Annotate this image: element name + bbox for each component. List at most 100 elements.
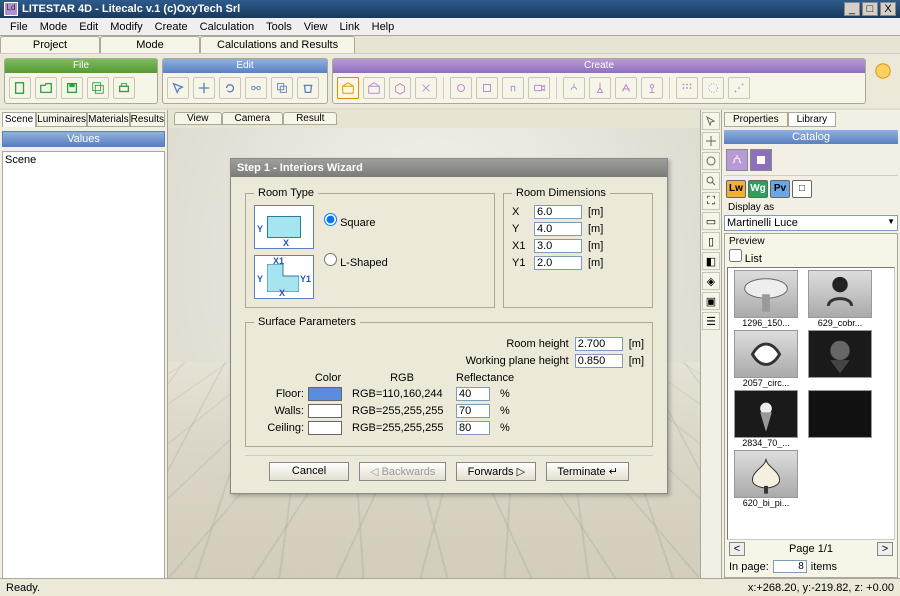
rtool-render[interactable]: ▣ xyxy=(702,292,720,310)
rtool-rotate[interactable] xyxy=(702,152,720,170)
close-button[interactable]: X xyxy=(880,2,896,16)
page-next-button[interactable]: > xyxy=(877,542,893,556)
thumb-item[interactable] xyxy=(804,390,876,448)
link-button[interactable] xyxy=(245,77,267,99)
radio-lshaped[interactable]: L-Shaped xyxy=(324,253,388,269)
menu-edit[interactable]: Edit xyxy=(73,21,104,33)
brand-btn-3[interactable]: □ xyxy=(792,180,812,198)
help-globe-icon[interactable] xyxy=(874,62,892,80)
obj1-button[interactable] xyxy=(450,77,472,99)
tab-scene[interactable]: Scene xyxy=(2,112,36,127)
tab-library[interactable]: Library xyxy=(788,112,837,127)
menu-create[interactable]: Create xyxy=(149,21,194,33)
obj2-button[interactable] xyxy=(476,77,498,99)
backwards-button[interactable]: ◁ Backwards xyxy=(359,462,446,481)
lum1-button[interactable] xyxy=(563,77,585,99)
3droom-button[interactable] xyxy=(389,77,411,99)
menu-view[interactable]: View xyxy=(298,21,334,33)
viewport-3d[interactable]: Step 1 - Interiors Wizard Room Type Y X xyxy=(168,128,700,582)
radio-square[interactable]: Square xyxy=(324,213,388,229)
menu-help[interactable]: Help xyxy=(366,21,401,33)
brand-btn-2[interactable]: Pv xyxy=(770,180,790,198)
menu-link[interactable]: Link xyxy=(333,21,365,33)
room-height-input[interactable] xyxy=(575,337,623,351)
lum4-button[interactable] xyxy=(641,77,663,99)
floor-refl-input[interactable] xyxy=(456,387,490,401)
rtool-front[interactable]: ▯ xyxy=(702,232,720,250)
catalog-other-icon[interactable] xyxy=(750,149,772,171)
menu-tools[interactable]: Tools xyxy=(260,21,298,33)
thumb-item[interactable]: 2834_70_... xyxy=(730,390,802,448)
thumb-item[interactable]: 620_bi_pi... xyxy=(730,450,802,508)
open-button[interactable] xyxy=(35,77,57,99)
menu-modify[interactable]: Modify xyxy=(104,21,148,33)
move-button[interactable] xyxy=(193,77,215,99)
select-button[interactable] xyxy=(167,77,189,99)
terminate-button[interactable]: Terminate ↵ xyxy=(546,462,629,481)
work-plane-input[interactable] xyxy=(575,354,623,368)
saveas-button[interactable] xyxy=(87,77,109,99)
sensor-button[interactable] xyxy=(502,77,524,99)
grid2-button[interactable] xyxy=(702,77,724,99)
catalog-luminaires-icon[interactable] xyxy=(726,149,748,171)
lum3-button[interactable] xyxy=(615,77,637,99)
rtool-side[interactable]: ◧ xyxy=(702,252,720,270)
thumb-item[interactable] xyxy=(804,330,876,388)
cut-button[interactable] xyxy=(415,77,437,99)
rtool-top[interactable]: ▭ xyxy=(702,212,720,230)
page-prev-button[interactable]: < xyxy=(729,542,745,556)
thumb-item[interactable]: 1296_150... xyxy=(730,270,802,328)
trash-button[interactable] xyxy=(297,77,319,99)
brand-btn-1[interactable]: Wg xyxy=(748,180,768,198)
viewtab-view[interactable]: View xyxy=(174,112,222,125)
new-button[interactable] xyxy=(9,77,31,99)
viewtab-result[interactable]: Result xyxy=(283,112,337,125)
grid1-button[interactable] xyxy=(676,77,698,99)
brand-combo[interactable]: Martinelli Luce▼ xyxy=(724,215,898,231)
thumb-item[interactable]: 629_cobr... xyxy=(804,270,876,328)
rtool-iso[interactable]: ◈ xyxy=(702,272,720,290)
floor-color[interactable] xyxy=(308,387,342,401)
minimize-button[interactable]: _ xyxy=(844,2,860,16)
cancel-button[interactable]: Cancel xyxy=(269,462,349,481)
rtool-pointer[interactable] xyxy=(702,112,720,130)
menu-file[interactable]: File xyxy=(4,21,34,33)
forwards-button[interactable]: Forwards ▷ xyxy=(456,462,536,481)
copy-button[interactable] xyxy=(271,77,293,99)
grid3-button[interactable] xyxy=(728,77,750,99)
list-checkbox[interactable]: List xyxy=(727,247,895,267)
dim-x1-input[interactable] xyxy=(534,239,582,253)
ceiling-refl-input[interactable] xyxy=(456,421,490,435)
viewtab-camera[interactable]: Camera xyxy=(222,112,284,125)
room-button[interactable] xyxy=(363,77,385,99)
thumb-item[interactable]: 2057_circ... xyxy=(730,330,802,388)
subtab-project[interactable]: Project xyxy=(0,36,100,53)
tab-results[interactable]: Results xyxy=(130,112,165,127)
lum2-button[interactable] xyxy=(589,77,611,99)
walls-color[interactable] xyxy=(308,404,342,418)
rtool-pan[interactable] xyxy=(702,132,720,150)
subtab-calcresults[interactable]: Calculations and Results xyxy=(200,36,355,53)
brand-btn-0[interactable]: Lw xyxy=(726,180,746,198)
tab-luminaires[interactable]: Luminaires xyxy=(36,112,87,127)
rtool-misc[interactable]: ☰ xyxy=(702,312,720,330)
wizard-interior-button[interactable] xyxy=(337,77,359,99)
tab-materials[interactable]: Materials xyxy=(87,112,130,127)
rotate-button[interactable] xyxy=(219,77,241,99)
camera-button[interactable] xyxy=(528,77,550,99)
subtab-mode[interactable]: Mode xyxy=(100,36,200,53)
tab-properties[interactable]: Properties xyxy=(724,112,788,127)
scene-tree[interactable]: Scene xyxy=(2,151,165,580)
save-button[interactable] xyxy=(61,77,83,99)
menu-mode[interactable]: Mode xyxy=(34,21,74,33)
dim-y1-input[interactable] xyxy=(534,256,582,270)
thumbnail-grid[interactable]: 1296_150...629_cobr...2057_circ...2834_7… xyxy=(727,267,895,540)
menu-calculation[interactable]: Calculation xyxy=(194,21,260,33)
walls-refl-input[interactable] xyxy=(456,404,490,418)
print-button[interactable] xyxy=(113,77,135,99)
in-page-input[interactable] xyxy=(773,560,807,573)
dim-x-input[interactable] xyxy=(534,205,582,219)
tree-root[interactable]: Scene xyxy=(5,154,162,166)
ceiling-color[interactable] xyxy=(308,421,342,435)
rtool-zoomfit[interactable]: ⛶ xyxy=(702,192,720,210)
